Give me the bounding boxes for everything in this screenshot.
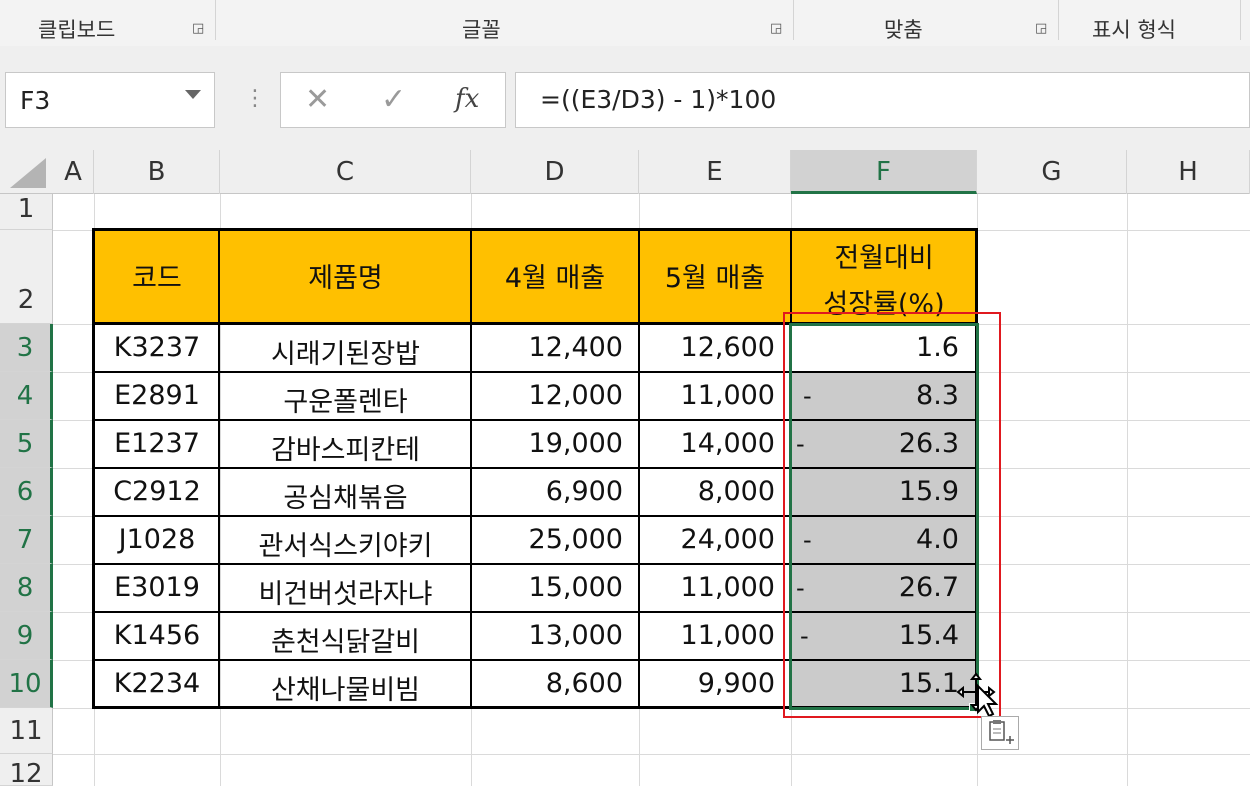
insert-function-icon[interactable]: fx [455, 84, 479, 114]
name-box-value: F3 [20, 86, 51, 115]
row-header-2[interactable]: 2 [0, 230, 53, 324]
row-header-3[interactable]: 3 [0, 324, 53, 372]
column-header-g[interactable]: G [977, 150, 1127, 194]
row-header-12[interactable]: 12 [0, 754, 53, 789]
alignment-launcher-icon[interactable]: ◲ [1035, 22, 1049, 36]
cell-may[interactable]: 24,000 [639, 524, 775, 555]
row-header-8[interactable]: 8 [0, 564, 53, 612]
cell-may[interactable]: 11,000 [639, 572, 775, 603]
cell-april[interactable]: 25,000 [471, 524, 623, 555]
cell-product[interactable]: 시래기된장밥 [220, 332, 471, 371]
header-growth-line1[interactable]: 전월대비 [791, 236, 977, 275]
enter-icon[interactable]: ✓ [381, 82, 406, 117]
column-header-f[interactable]: F [791, 150, 977, 194]
cell-april[interactable]: 6,900 [471, 476, 623, 507]
column-header-c[interactable]: C [220, 150, 471, 194]
cell-april[interactable]: 13,000 [471, 620, 623, 651]
cell-may[interactable]: 8,000 [639, 476, 775, 507]
ribbon-group-alignment: 맞춤 [884, 18, 923, 42]
column-header-h[interactable]: H [1127, 150, 1250, 194]
formula-text: =((E3/D3) - 1)*100 [540, 85, 777, 114]
cell-may[interactable]: 11,000 [639, 620, 775, 651]
font-launcher-icon[interactable]: ◲ [770, 22, 784, 36]
cell-product[interactable]: 산채나물비빔 [220, 668, 471, 707]
ribbon-group-number-format: 표시 형식 [1092, 18, 1176, 42]
cancel-icon[interactable]: ✕ [305, 82, 330, 117]
row-header-9[interactable]: 9 [0, 612, 53, 660]
cell-product[interactable]: 공심채볶음 [220, 476, 471, 515]
cell-may[interactable]: 14,000 [639, 428, 775, 459]
formula-bar-grip-icon[interactable]: ⋮ [244, 86, 266, 111]
cell-code[interactable]: E2891 [94, 380, 220, 411]
cell-code[interactable]: J1028 [94, 524, 220, 555]
row-header-4[interactable]: 4 [0, 372, 53, 420]
ribbon-group-labels [0, 0, 1250, 46]
ribbon-divider [1058, 0, 1059, 40]
cell-product[interactable]: 감바스피칸테 [220, 428, 471, 467]
cell-code[interactable]: C2912 [94, 476, 220, 507]
column-header-e[interactable]: E [639, 150, 791, 194]
grid-line [1127, 194, 1128, 786]
row-header-6[interactable]: 6 [0, 468, 53, 516]
grid-line [53, 754, 1250, 755]
ribbon-divider [215, 0, 216, 40]
cell-code[interactable]: E3019 [94, 572, 220, 603]
header-may-sales[interactable]: 5월 매출 [639, 256, 791, 295]
cell-product[interactable]: 구운폴렌타 [220, 380, 471, 419]
ribbon-group-clipboard: 클립보드 [38, 18, 116, 42]
row-header-7[interactable]: 7 [0, 516, 53, 564]
cell-product[interactable]: 관서식스키야키 [220, 524, 471, 563]
cell-may[interactable]: 11,000 [639, 380, 775, 411]
table-border [92, 228, 978, 231]
cell-code[interactable]: K1456 [94, 620, 220, 651]
cell-april[interactable]: 19,000 [471, 428, 623, 459]
column-header-b[interactable]: B [94, 150, 220, 194]
ribbon-divider [793, 0, 794, 40]
cell-april[interactable]: 15,000 [471, 572, 623, 603]
cell-may[interactable]: 9,900 [639, 668, 775, 699]
clipboard-launcher-icon[interactable]: ◲ [192, 22, 206, 36]
move-cursor-icon [956, 672, 999, 718]
cell-product[interactable]: 비건버섯라자냐 [220, 572, 471, 611]
auto-fill-options-button[interactable] [981, 716, 1019, 750]
cell-product[interactable]: 춘천식닭갈비 [220, 620, 471, 659]
ribbon-divider [1240, 0, 1241, 40]
clipboard-icon [989, 720, 1014, 744]
cell-april[interactable]: 8,600 [471, 668, 623, 699]
highlight-annotation-box [783, 312, 1001, 718]
name-box-dropdown-icon[interactable] [185, 90, 201, 99]
cell-code[interactable]: K2234 [94, 668, 220, 699]
cell-may[interactable]: 12,600 [639, 332, 775, 363]
row-header-5[interactable]: 5 [0, 420, 53, 468]
header-code[interactable]: 코드 [94, 256, 220, 295]
header-april-sales[interactable]: 4월 매출 [471, 256, 639, 295]
row-header-10[interactable]: 10 [0, 660, 53, 708]
column-header-d[interactable]: D [471, 150, 639, 194]
ribbon-group-font: 글꼴 [462, 18, 501, 42]
column-header-a[interactable]: A [53, 150, 94, 194]
row-header-11[interactable]: 11 [0, 708, 53, 754]
cell-april[interactable]: 12,000 [471, 380, 623, 411]
cell-code[interactable]: E1237 [94, 428, 220, 459]
header-product[interactable]: 제품명 [220, 256, 471, 295]
select-all-button[interactable] [10, 158, 46, 188]
cell-april[interactable]: 12,400 [471, 332, 623, 363]
row-header-1[interactable]: 1 [0, 194, 53, 230]
cell-code[interactable]: K3237 [94, 332, 220, 363]
